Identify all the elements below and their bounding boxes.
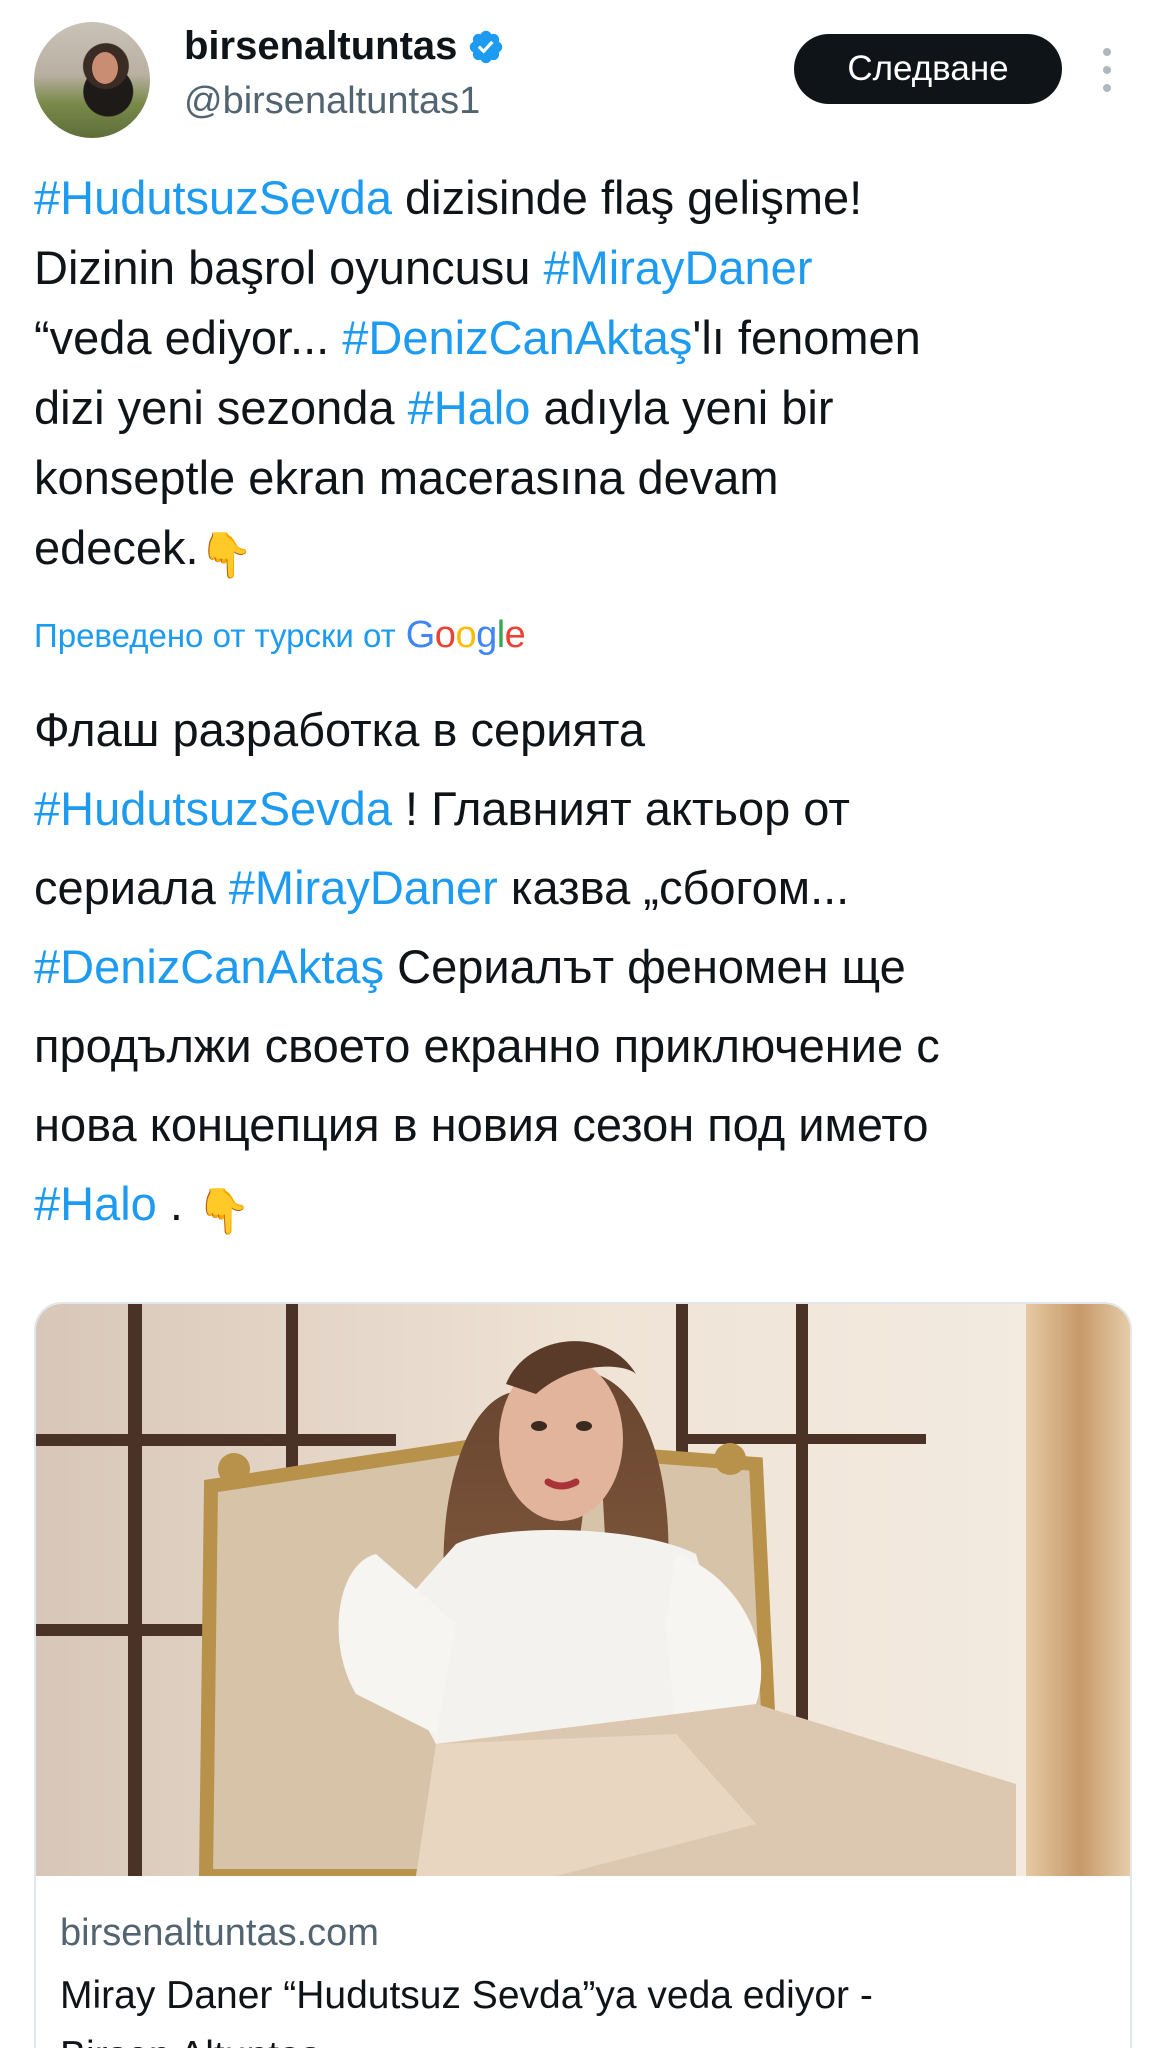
hashtag-link[interactable]: #DenizCanAktaş [34, 940, 384, 993]
tweet-header: birsenaltuntas @birsenaltuntas1 Следване [0, 0, 1166, 150]
translated-text-span: продължи своето екранно приключение с [34, 1019, 940, 1072]
translated-line: Флаш разработка в серията [34, 690, 1144, 769]
translated-line: сериала #MirayDaner казва „сбогом... [34, 848, 1144, 927]
tweet-line: “veda ediyor... #DenizCanAktaş'lı fenome… [34, 303, 1144, 373]
tweet-text-span: adıyla yeni bir [530, 381, 834, 434]
translated-text-span: казва „сбогом... [497, 861, 850, 914]
translated-line: нова концепция в новия сезон под името [34, 1085, 1144, 1164]
tweet-text: #HudutsuzSevda dizisinde flaş gelişme! D… [34, 163, 1144, 591]
author-display-name[interactable]: birsenaltuntas [184, 24, 505, 69]
google-logo-icon: Google [405, 614, 526, 656]
display-name-text[interactable]: birsenaltuntas [184, 24, 457, 69]
tweet-text-span: “veda ediyor... [34, 311, 343, 364]
pointing-down-emoji-icon: 👇 [198, 531, 254, 580]
translated-line: #Halo . 👇 [34, 1164, 1144, 1251]
hashtag-link[interactable]: #HudutsuzSevda [34, 171, 392, 224]
author-handle[interactable]: @birsenaltuntas1 [184, 80, 480, 123]
verified-badge-icon [470, 30, 503, 63]
hashtag-link[interactable]: #MirayDaner [543, 241, 812, 294]
link-preview-title[interactable]: Miray Daner “Hudutsuz Sevda”ya veda ediy… [60, 1974, 873, 2018]
tweet-line: dizi yeni sezonda #Halo adıyla yeni bir [34, 373, 1144, 443]
avatar-face [92, 52, 118, 84]
link-preview-title-continuation[interactable]: Birsen Altuntas [60, 2034, 320, 2048]
translated-text-span: сериала [34, 861, 229, 914]
translation-note[interactable]: Преведено от турски от Google [34, 614, 526, 657]
translated-line: #HudutsuzSevda ! Главният актьор от [34, 769, 1144, 848]
translated-line: продължи своето екранно приключение с [34, 1006, 1144, 1085]
tweet-text-span: dizisinde flaş gelişme! [391, 171, 863, 224]
translated-text-span: Сериалът феномен ще [384, 940, 906, 993]
link-preview-image[interactable] [36, 1304, 1130, 1876]
link-preview-card[interactable]: birsenaltuntas.com Miray Daner “Hudutsuz… [34, 1302, 1132, 2048]
translated-text-span: нова концепция в новия сезон под името [34, 1098, 929, 1151]
woman-in-armchair-photo [36, 1304, 1130, 1876]
translated-text-span: ! Главният актьор от [391, 782, 850, 835]
tweet-line: Dizinin başrol oyuncusu #MirayDaner [34, 233, 1144, 303]
translation-note-text[interactable]: Преведено от турски от [34, 617, 396, 655]
link-preview-domain[interactable]: birsenaltuntas.com [60, 1912, 379, 1955]
pointing-down-emoji-icon: 👇 [196, 1187, 251, 1236]
tweet-line: #HudutsuzSevda dizisinde flaş gelişme! [34, 163, 1144, 233]
hashtag-link[interactable]: #HudutsuzSevda [34, 782, 392, 835]
translated-line: #DenizCanAktaş Сериалът феномен ще [34, 927, 1144, 1006]
hashtag-link[interactable]: #Halo [34, 1177, 157, 1230]
translated-text-span: Флаш разработка в серията [34, 703, 646, 756]
hashtag-link[interactable]: #Halo [408, 381, 531, 434]
author-avatar[interactable] [34, 22, 150, 138]
hashtag-link[interactable]: #MirayDaner [229, 861, 498, 914]
tweet-text-span: konseptle ekran macerasına devam [34, 451, 779, 504]
tweet-text-span: 'lı fenomen [692, 311, 921, 364]
tweet-line: konseptle ekran macerasına devam [34, 443, 1144, 513]
tweet-line: edecek.👇 [34, 513, 1144, 591]
translated-text-span: . [156, 1177, 196, 1230]
tweet-text-span: dizi yeni sezonda [34, 381, 408, 434]
translated-text: Флаш разработка в серията #HudutsuzSevda… [34, 690, 1144, 1251]
vertical-ellipsis-icon[interactable] [1098, 48, 1116, 92]
tweet-text-span: edecek. [34, 521, 199, 574]
hashtag-link[interactable]: #DenizCanAktaş [342, 311, 692, 364]
tweet-text-span: Dizinin başrol oyuncusu [34, 241, 544, 294]
follow-button[interactable]: Следване [794, 34, 1062, 104]
